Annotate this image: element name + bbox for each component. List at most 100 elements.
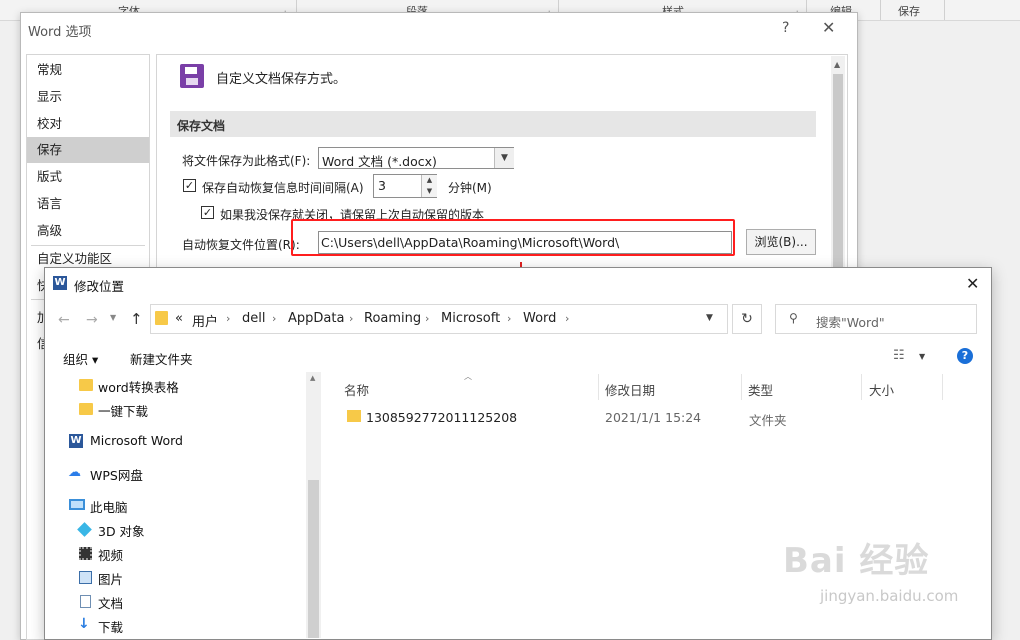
watermark-url: jingyan.baidu.com xyxy=(820,587,959,605)
stepper-down-icon[interactable]: ▼ xyxy=(421,186,437,197)
search-input[interactable]: 搜索"Word" xyxy=(816,312,885,331)
format-label: 将文件保存为此格式(F): xyxy=(182,154,311,168)
close-icon[interactable]: ✕ xyxy=(822,18,835,37)
nav-item-save[interactable]: 保存 xyxy=(27,137,149,163)
highlight-box xyxy=(291,219,735,256)
tree-item-pictures[interactable]: 图片 xyxy=(98,569,123,588)
column-separator[interactable] xyxy=(942,374,943,400)
table-row-date: 2021/1/1 15:24 xyxy=(605,410,702,425)
breadcrumb-microsoft[interactable]: Microsoft xyxy=(441,311,500,326)
stepper-up-icon[interactable]: ▲ xyxy=(421,175,437,186)
modify-dialog-title: 修改位置 xyxy=(74,279,125,294)
help-icon[interactable]: ? xyxy=(782,20,789,36)
computer-icon xyxy=(69,499,85,510)
chevron-down-icon[interactable]: ▼ xyxy=(919,352,925,361)
nav-item-proofing[interactable]: 校对 xyxy=(27,111,149,137)
download-icon: ↓ xyxy=(78,616,90,632)
autorecover-location-label: 自动恢复文件位置(R): xyxy=(182,238,300,252)
column-header-type[interactable]: 类型 xyxy=(748,380,773,399)
column-header-date[interactable]: 修改日期 xyxy=(605,380,655,399)
column-header-name[interactable]: 名称 xyxy=(344,380,369,399)
document-icon xyxy=(80,595,91,608)
page-title: 自定义文档保存方式。 xyxy=(216,72,347,87)
up-arrow-icon[interactable]: ↑ xyxy=(130,310,143,328)
sort-caret-icon: ︿ xyxy=(464,372,472,381)
chevron-right-icon[interactable]: › xyxy=(272,312,276,325)
nav-item-display[interactable]: 显示 xyxy=(27,84,149,110)
format-select-value: Word 文档 (*.docx) xyxy=(322,154,437,169)
search-icon: ⚲ xyxy=(789,311,798,325)
word-icon: W xyxy=(53,276,67,290)
browse-button[interactable]: 浏览(B)... xyxy=(746,229,816,255)
tree-item-videos[interactable]: 视频 xyxy=(98,545,123,564)
breadcrumb-appdata[interactable]: AppData xyxy=(288,311,344,326)
folder-icon xyxy=(79,379,93,391)
save-icon xyxy=(180,64,204,88)
table-row-name[interactable]: 1308592772011125208 xyxy=(366,410,517,425)
column-header-size[interactable]: 大小 xyxy=(869,380,894,399)
section-header xyxy=(170,111,816,137)
video-icon xyxy=(79,547,92,560)
tree-item-downloads[interactable]: 下载 xyxy=(98,617,123,636)
tree-item-this-pc[interactable]: 此电脑 xyxy=(90,497,128,516)
tree-item-download-oneclick[interactable]: 一键下载 xyxy=(98,401,148,420)
scroll-up-icon[interactable]: ▲ xyxy=(310,374,315,382)
nav-item-language[interactable]: 语言 xyxy=(27,191,149,217)
breadcrumb-overflow[interactable]: « xyxy=(175,311,183,326)
breadcrumb-users[interactable]: 用户 xyxy=(192,311,218,330)
folder-icon xyxy=(155,311,168,325)
column-separator[interactable] xyxy=(598,374,599,400)
section-label: 保存文档 xyxy=(177,119,226,133)
nav-item-advanced[interactable]: 高级 xyxy=(27,218,149,244)
chevron-right-icon[interactable]: › xyxy=(425,312,429,325)
chevron-right-icon[interactable]: › xyxy=(226,312,230,325)
table-row-type: 文件夹 xyxy=(749,413,787,428)
refresh-button[interactable]: ↻ xyxy=(732,304,762,334)
keep-last-version-checkbox[interactable]: ✓ xyxy=(201,206,214,219)
breadcrumb-roaming[interactable]: Roaming xyxy=(364,311,421,326)
column-separator[interactable] xyxy=(741,374,742,400)
new-folder-button[interactable]: 新建文件夹 xyxy=(130,349,193,368)
folder-icon xyxy=(347,410,361,422)
nav-item-layout[interactable]: 版式 xyxy=(27,164,149,190)
back-arrow-icon[interactable]: ← xyxy=(58,312,70,328)
chevron-right-icon[interactable]: › xyxy=(507,312,511,325)
chevron-right-icon[interactable]: › xyxy=(565,312,569,325)
nav-item-general[interactable]: 常规 xyxy=(27,57,149,83)
chevron-down-icon[interactable]: ▼ xyxy=(494,148,514,168)
autosave-checkbox[interactable]: ✓ xyxy=(183,179,196,192)
options-dialog-title: Word 选项 xyxy=(28,25,92,40)
tree-item-documents[interactable]: 文档 xyxy=(98,593,123,612)
breadcrumb-word[interactable]: Word xyxy=(523,311,556,326)
breadcrumb-dell[interactable]: dell xyxy=(242,311,265,326)
chevron-down-icon[interactable]: ▼ xyxy=(706,313,713,323)
help-icon[interactable]: ? xyxy=(957,348,973,364)
minutes-label: 分钟(M) xyxy=(448,181,492,195)
close-icon[interactable]: ✕ xyxy=(966,274,979,293)
scroll-up-icon[interactable]: ▲ xyxy=(834,60,840,69)
ribbon-group-save[interactable]: 保存 xyxy=(898,3,920,19)
pictures-icon xyxy=(79,571,92,584)
autosave-minutes-value: 3 xyxy=(378,178,386,193)
organize-menu[interactable]: 组织 ▾ xyxy=(63,349,98,368)
tree-scroll-thumb[interactable] xyxy=(308,480,319,638)
scroll-thumb[interactable] xyxy=(833,74,843,274)
word-icon: W xyxy=(69,434,83,448)
tree-item-word-convert[interactable]: word转换表格 xyxy=(98,377,179,396)
forward-arrow-icon[interactable]: → xyxy=(86,312,98,328)
address-bar[interactable] xyxy=(150,304,728,334)
history-chevron-icon[interactable]: ▼ xyxy=(110,313,116,322)
chevron-right-icon[interactable]: › xyxy=(349,312,353,325)
autosave-label: 保存自动恢复信息时间间隔(A) xyxy=(202,181,364,195)
ribbon-separator xyxy=(880,0,881,20)
tree-item-wps-drive[interactable]: WPS网盘 xyxy=(90,465,143,484)
refresh-icon: ↻ xyxy=(741,311,753,327)
view-options-icon[interactable]: ☷ xyxy=(893,348,905,363)
watermark-logo: Bai 经验 xyxy=(783,541,930,581)
ribbon-separator xyxy=(944,0,945,20)
cloud-icon: ☁ xyxy=(68,465,81,480)
column-separator[interactable] xyxy=(861,374,862,400)
tree-item-microsoft-word[interactable]: Microsoft Word xyxy=(90,433,183,448)
folder-icon xyxy=(79,403,93,415)
tree-item-3d-objects[interactable]: 3D 对象 xyxy=(98,521,145,540)
